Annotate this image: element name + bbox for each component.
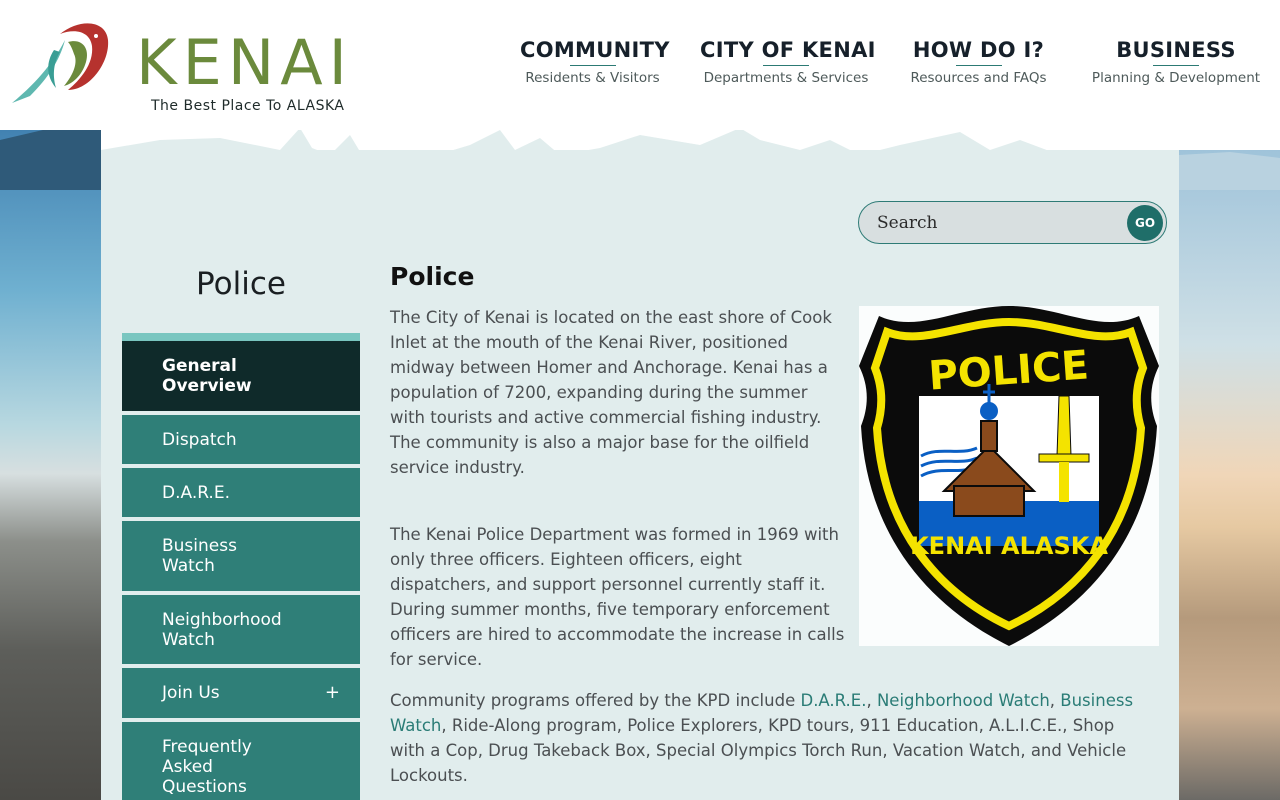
brand-wordmark: KENAI — [136, 26, 353, 99]
nav-subtitle: Residents & Visitors — [525, 70, 660, 86]
sidebar-item-business-watch[interactable]: Business Watch — [122, 521, 360, 591]
sidebar-item-neighborhood-watch[interactable]: Neighborhood Watch — [122, 595, 360, 664]
police-badge-icon: POLICE KENAI ALASKA — [859, 306, 1159, 646]
sidebar-accent-bar — [122, 333, 360, 341]
search-go-button[interactable]: GO — [1127, 205, 1163, 241]
nav-underline — [955, 65, 1002, 66]
salmon-logo-icon — [12, 23, 109, 103]
article-paragraph-2: The Kenai Police Department was formed i… — [390, 525, 845, 669]
badge-bottom-text: KENAI ALASKA — [910, 532, 1108, 560]
nav-title: CITY OF KENAI — [700, 38, 876, 62]
sidebar-item-label: Frequently Asked Questions — [162, 737, 252, 797]
main-navigation: COMMUNITY Residents & Visitors CITY OF K… — [500, 38, 1280, 98]
article-header: Police — [390, 262, 1160, 304]
nav-subtitle: Departments & Services — [703, 70, 869, 86]
paragraph-text: , — [1049, 691, 1061, 710]
nav-underline — [569, 65, 616, 66]
sidebar-item-label: General Overview — [162, 356, 252, 396]
sidebar-menu: General Overview Dispatch D.A.R.E. Busin… — [122, 341, 360, 800]
sidebar-title: Police — [196, 266, 286, 302]
link-neighborhood-watch[interactable]: Neighborhood Watch — [877, 691, 1050, 710]
link-dare[interactable]: D.A.R.E. — [800, 691, 866, 710]
paragraph-text: , — [866, 691, 877, 710]
nav-business[interactable]: BUSINESS Planning & Development — [1086, 38, 1266, 86]
sidebar-item-dare[interactable]: D.A.R.E. — [122, 468, 360, 517]
nav-title: HOW DO I? — [912, 38, 1045, 62]
paragraph-text: Community programs offered by the KPD in… — [390, 691, 801, 710]
police-badge-image: POLICE KENAI ALASKA — [859, 306, 1159, 646]
nav-title: COMMUNITY — [520, 38, 670, 62]
paragraph-text: , Ride-Along program, Police Explorers, … — [390, 716, 1127, 785]
nav-title: BUSINESS — [1116, 38, 1236, 62]
page-title: Police — [390, 262, 475, 291]
nav-how-do-i[interactable]: HOW DO I? Resources and FAQs — [905, 38, 1052, 86]
expand-plus-icon[interactable]: + — [325, 683, 340, 703]
nav-subtitle: Resources and FAQs — [910, 70, 1047, 86]
nav-community[interactable]: COMMUNITY Residents & Visitors — [520, 38, 670, 86]
sidebar-item-dispatch[interactable]: Dispatch — [122, 415, 360, 464]
nav-underline — [763, 65, 809, 66]
nav-underline — [1153, 65, 1199, 66]
nav-subtitle: Planning & Development — [1091, 70, 1261, 86]
background-left-scenery — [0, 120, 101, 800]
site-header: KENAI The Best Place To ALASKA COMMUNITY… — [0, 0, 1280, 130]
sidebar-item-faq[interactable]: Frequently Asked Questions — [122, 722, 360, 800]
search-input[interactable] — [877, 211, 1117, 235]
sidebar-item-label: Join Us — [162, 683, 220, 703]
sidebar-item-label: Dispatch — [162, 429, 237, 450]
sidebar-item-label: Business Watch — [162, 536, 237, 576]
search-box: GO — [858, 201, 1167, 244]
sidebar-item-label: Neighborhood Watch — [162, 609, 282, 650]
background-right-scenery — [1179, 150, 1280, 800]
site-logo[interactable]: KENAI The Best Place To ALASKA — [10, 18, 370, 118]
nav-city-of-kenai[interactable]: CITY OF KENAI Departments & Services — [700, 38, 876, 86]
sidebar-item-label: D.A.R.E. — [162, 482, 230, 503]
article-paragraph-3: Community programs offered by the KPD in… — [390, 688, 1150, 788]
sidebar-item-join-us[interactable]: Join Us + — [122, 668, 360, 718]
brand-tagline: The Best Place To ALASKA — [151, 98, 345, 114]
article-paragraph-1: The City of Kenai is located on the east… — [390, 308, 832, 477]
sidebar-item-general-overview[interactable]: General Overview — [122, 341, 360, 411]
